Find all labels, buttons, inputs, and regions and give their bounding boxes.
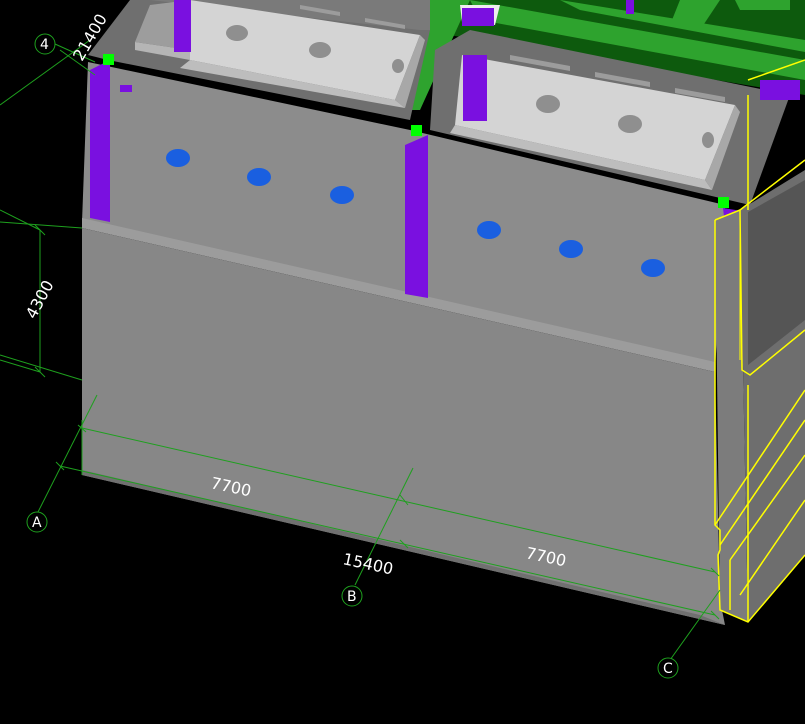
opening-5 [559, 240, 583, 258]
column-a [90, 60, 110, 222]
svg-text:4: 4 [40, 37, 49, 53]
column-b [405, 135, 428, 298]
axis-bubble-b: B [341, 585, 363, 607]
opening-3 [330, 186, 354, 204]
model-viewport[interactable]: 21400 4300 7700 7700 15400 4 A B C [0, 0, 805, 724]
axis-bubble-c: C [657, 657, 679, 679]
grip-point-2 [411, 125, 422, 136]
grip-point-3 [718, 197, 729, 208]
grip-point-1 [103, 54, 114, 65]
svg-text:B: B [347, 589, 357, 605]
opening-6 [641, 259, 665, 277]
opening-4 [477, 221, 501, 239]
axis-bubble-4: 4 [34, 33, 56, 55]
opening-2 [247, 168, 271, 186]
opening-1 [166, 149, 190, 167]
column-upper-2 [463, 55, 487, 121]
svg-text:C: C [663, 661, 673, 677]
column-upper-1 [174, 0, 191, 52]
svg-text:A: A [32, 515, 42, 531]
axis-bubble-a: A [26, 511, 48, 533]
